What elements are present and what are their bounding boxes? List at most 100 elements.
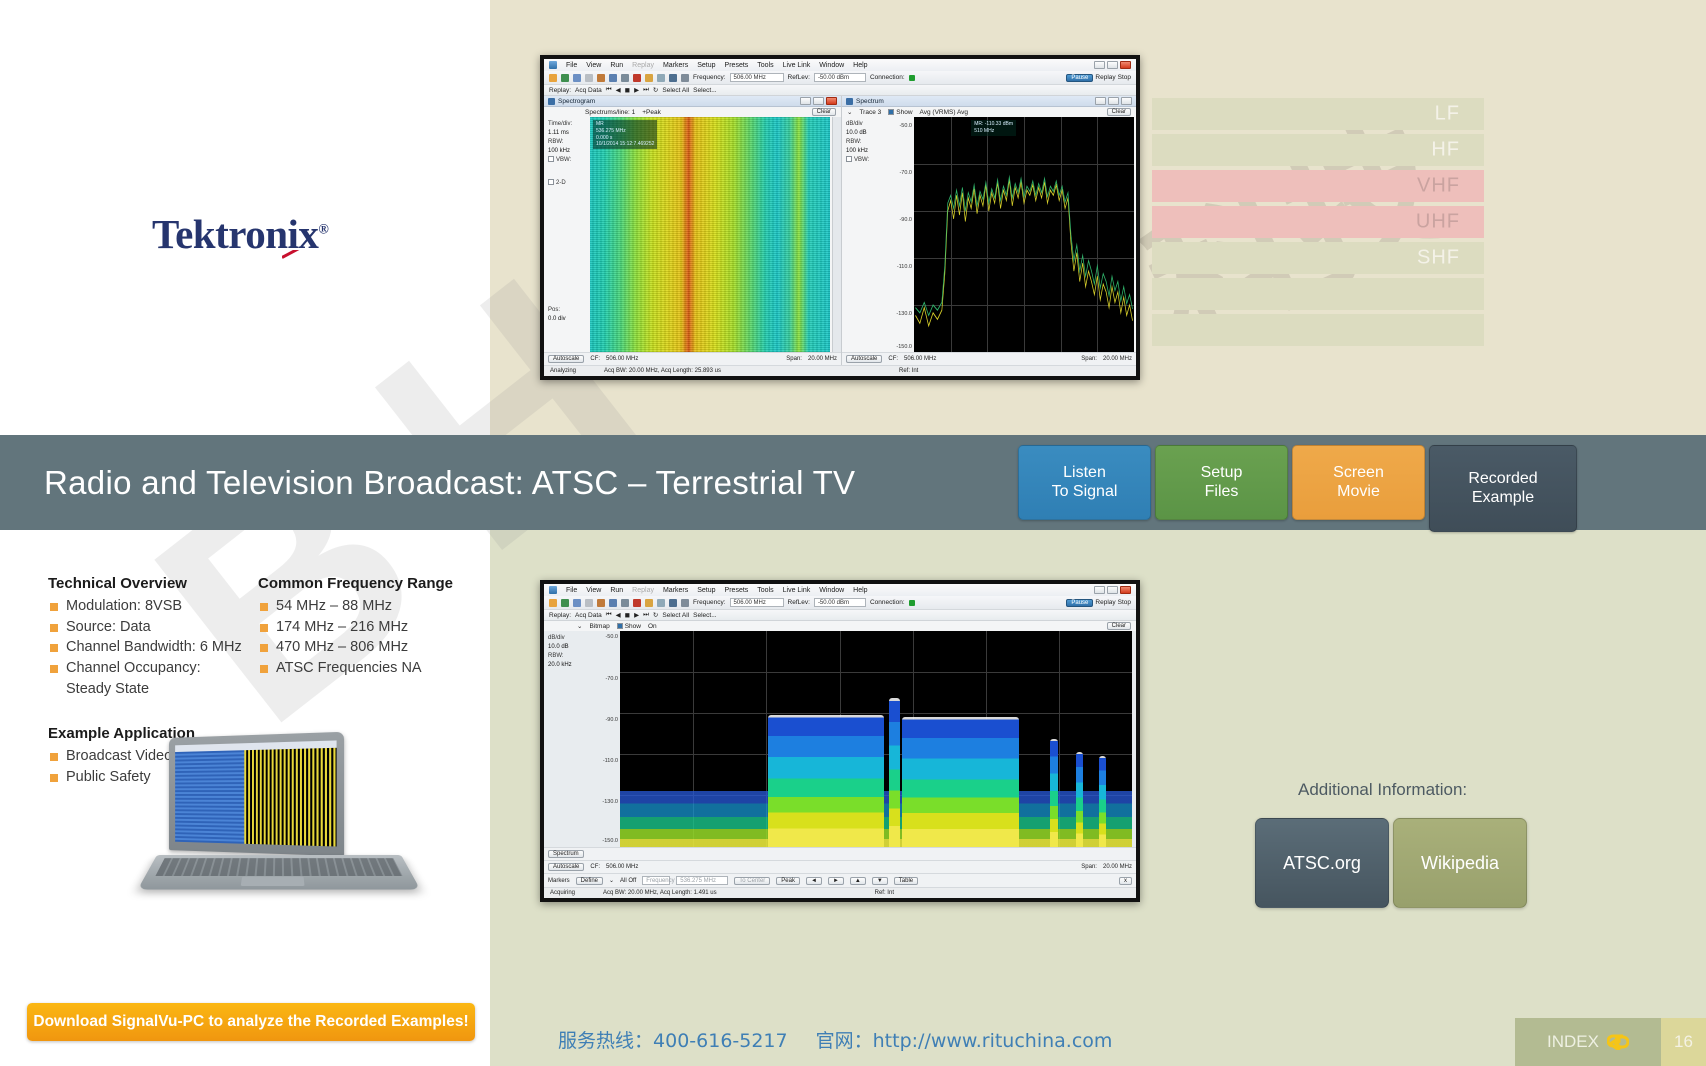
- menu-markers[interactable]: Markers: [663, 62, 688, 69]
- close-icon[interactable]: [1120, 61, 1131, 69]
- reflev-input[interactable]: -50.00 dBm: [813, 73, 866, 82]
- twod-checkbox[interactable]: [548, 179, 554, 185]
- to-center-button[interactable]: To Center: [734, 876, 771, 885]
- spectrogram-options-bar[interactable]: Spectrums/line: 1 +Peak Clear: [544, 107, 841, 117]
- spectrum-tab[interactable]: Spectrum: [548, 850, 584, 858]
- close-icon-bottom[interactable]: [1120, 586, 1131, 594]
- print-icon-bottom[interactable]: [597, 598, 605, 607]
- open-icon-bottom[interactable]: [549, 598, 557, 607]
- menu-setup[interactable]: Setup: [697, 62, 715, 69]
- open-icon[interactable]: [549, 73, 557, 82]
- spectrogram-autoscale-button[interactable]: Autoscale: [548, 355, 585, 363]
- bitmap-show-checkbox[interactable]: [616, 622, 623, 629]
- maximize-icon[interactable]: [1107, 61, 1118, 69]
- transport-play-icon[interactable]: ▶: [634, 86, 639, 94]
- spectrogram-plot[interactable]: MR 536.275 MHz 0.000 s 10/1/2014 15:12:7…: [590, 117, 830, 352]
- recorded-example-button[interactable]: Recorded Example: [1429, 445, 1577, 532]
- pause-button[interactable]: Pause: [1066, 73, 1094, 82]
- bitmap-dbdiv-value[interactable]: 10.0 dB: [548, 643, 588, 652]
- spectrum-minimize-icon[interactable]: [1095, 97, 1106, 105]
- spectrum-options-bar[interactable]: ⌄ Trace 3 Show Avg (VRMS) Avg Clear: [842, 107, 1136, 117]
- menu-file-bottom[interactable]: File: [566, 587, 577, 594]
- bitmap-clear-button[interactable]: Clear: [1106, 622, 1131, 630]
- save-icon-bottom[interactable]: [561, 598, 569, 607]
- spectrogram-minimize-icon[interactable]: [800, 97, 811, 105]
- menu-live-link[interactable]: Live Link: [783, 62, 811, 69]
- replay-bar-top[interactable]: Replay: Acq Data ⏮ ◀ ◼ ▶ ⏭ ↻ Select All …: [544, 85, 1136, 96]
- spectrum-window-controls[interactable]: [1095, 97, 1132, 105]
- menu-presets-bottom[interactable]: Presets: [725, 587, 749, 594]
- spectrogram-close-icon[interactable]: [826, 97, 837, 105]
- acquire-icon-bottom[interactable]: [669, 598, 677, 607]
- gear-icon[interactable]: [681, 73, 689, 82]
- trigger-icon[interactable]: [633, 73, 641, 82]
- transport-prev-icon-bottom[interactable]: ◀: [616, 611, 621, 619]
- spectrum-clear-button[interactable]: Clear: [1106, 108, 1131, 116]
- undo-icon-bottom[interactable]: [573, 598, 581, 607]
- menu-help-bottom[interactable]: Help: [853, 587, 867, 594]
- bitmap-dropdown-icon[interactable]: ⌄: [577, 622, 582, 630]
- transport-loop-icon-bottom[interactable]: ↻: [653, 611, 658, 619]
- menu-tools[interactable]: Tools: [757, 62, 773, 69]
- menu-tools-bottom[interactable]: Tools: [757, 587, 773, 594]
- frequency-input[interactable]: 506.00 MHz: [729, 73, 784, 82]
- amplitude-icon-bottom[interactable]: [645, 598, 653, 607]
- bitmap-cf-value[interactable]: 506.00 MHz: [606, 864, 638, 870]
- bitmap-autoscale-button[interactable]: Autoscale: [548, 863, 585, 871]
- spectrogram-maximize-icon[interactable]: [813, 97, 824, 105]
- stop-button-bottom[interactable]: Stop: [1118, 599, 1131, 606]
- transport-first-icon-bottom[interactable]: ⏮: [606, 611, 612, 619]
- spectrum-title-bar[interactable]: Spectrum: [842, 96, 1136, 107]
- menu-bar-bottom[interactable]: File View Run Replay Markers Setup Prese…: [544, 584, 1136, 596]
- trigger-icon-bottom[interactable]: [633, 598, 641, 607]
- window-controls-bottom[interactable]: [1094, 586, 1131, 594]
- all-off-label[interactable]: All Off: [620, 878, 636, 884]
- transport-loop-icon[interactable]: ↻: [653, 86, 658, 94]
- screen-movie-button[interactable]: Screen Movie: [1292, 445, 1425, 520]
- menu-setup-bottom[interactable]: Setup: [697, 587, 715, 594]
- spectrum-panel-top[interactable]: Spectrum ⌄ Trace 3 Show Avg (VRMS) Avg C…: [842, 96, 1136, 365]
- spectrum-restore-icon[interactable]: [1121, 97, 1132, 105]
- site-url[interactable]: http://www.rituchina.com: [873, 1030, 1113, 1052]
- stop-button[interactable]: Stop: [1118, 74, 1131, 81]
- spectrum-maximize-icon[interactable]: [1108, 97, 1119, 105]
- spectrogram-clear-button[interactable]: Clear: [811, 108, 836, 116]
- menu-bar-top[interactable]: File View Run Replay Markers Setup Prese…: [544, 59, 1136, 71]
- signalvu-window-bottom[interactable]: File View Run Replay Markers Setup Prese…: [540, 580, 1140, 902]
- select-more-button[interactable]: Select...: [693, 87, 716, 94]
- frequency-input-bottom[interactable]: 506.00 MHz: [729, 598, 784, 607]
- show-checkbox[interactable]: [888, 108, 895, 115]
- redo-icon[interactable]: [585, 73, 593, 82]
- spectrum-plot-top[interactable]: MR: -110.33 dBm 510 MHz: [914, 117, 1134, 352]
- peak-down-button[interactable]: ▼: [871, 876, 888, 885]
- menu-presets[interactable]: Presets: [725, 62, 749, 69]
- spectrum-rbw-value[interactable]: 100 kHz: [846, 147, 886, 156]
- dbdiv-value[interactable]: 10.0 dB: [846, 129, 886, 138]
- link-icon[interactable]: [609, 73, 617, 82]
- transport-play-icon-bottom[interactable]: ▶: [634, 611, 639, 619]
- define-markers-button[interactable]: Define: [575, 876, 604, 885]
- vbw-checkbox[interactable]: [548, 156, 554, 162]
- toolbar-bottom[interactable]: Frequency: 506.00 MHz RefLev: -50.00 dBm…: [544, 596, 1136, 610]
- spectrum-span-value[interactable]: 20.00 MHz: [1103, 356, 1132, 362]
- action-button-group[interactable]: Listen To Signal Setup Files Screen Movi…: [1018, 445, 1577, 532]
- markers-bar[interactable]: Markers Define ⌄ All Off Frequency 536.2…: [544, 873, 1136, 887]
- menu-markers-bottom[interactable]: Markers: [663, 587, 688, 594]
- spectrum-autoscale-button[interactable]: Autoscale: [846, 355, 883, 363]
- select-more-button-bottom[interactable]: Select...: [693, 612, 716, 619]
- show-row[interactable]: Show: [888, 108, 913, 116]
- signalvu-window-top[interactable]: File View Run Replay Markers Setup Prese…: [540, 55, 1140, 380]
- undo-icon[interactable]: [573, 73, 581, 82]
- bitmap-show-row[interactable]: Show: [616, 622, 641, 630]
- spectrum-cf-value[interactable]: 506.00 MHz: [904, 356, 936, 362]
- redo-icon-bottom[interactable]: [585, 598, 593, 607]
- menu-window[interactable]: Window: [819, 62, 844, 69]
- index-button[interactable]: INDEX: [1515, 1018, 1661, 1066]
- download-signalvu-banner[interactable]: Download SignalVu-PC to analyze the Reco…: [27, 1003, 475, 1041]
- spectrogram-cf-value[interactable]: 506.00 MHz: [606, 356, 638, 362]
- window-controls-top[interactable]: [1094, 61, 1131, 69]
- replay-button[interactable]: Replay: [1095, 74, 1115, 81]
- listen-to-signal-button[interactable]: Listen To Signal: [1018, 445, 1151, 520]
- minimize-icon[interactable]: [1094, 61, 1105, 69]
- menu-window-bottom[interactable]: Window: [819, 587, 844, 594]
